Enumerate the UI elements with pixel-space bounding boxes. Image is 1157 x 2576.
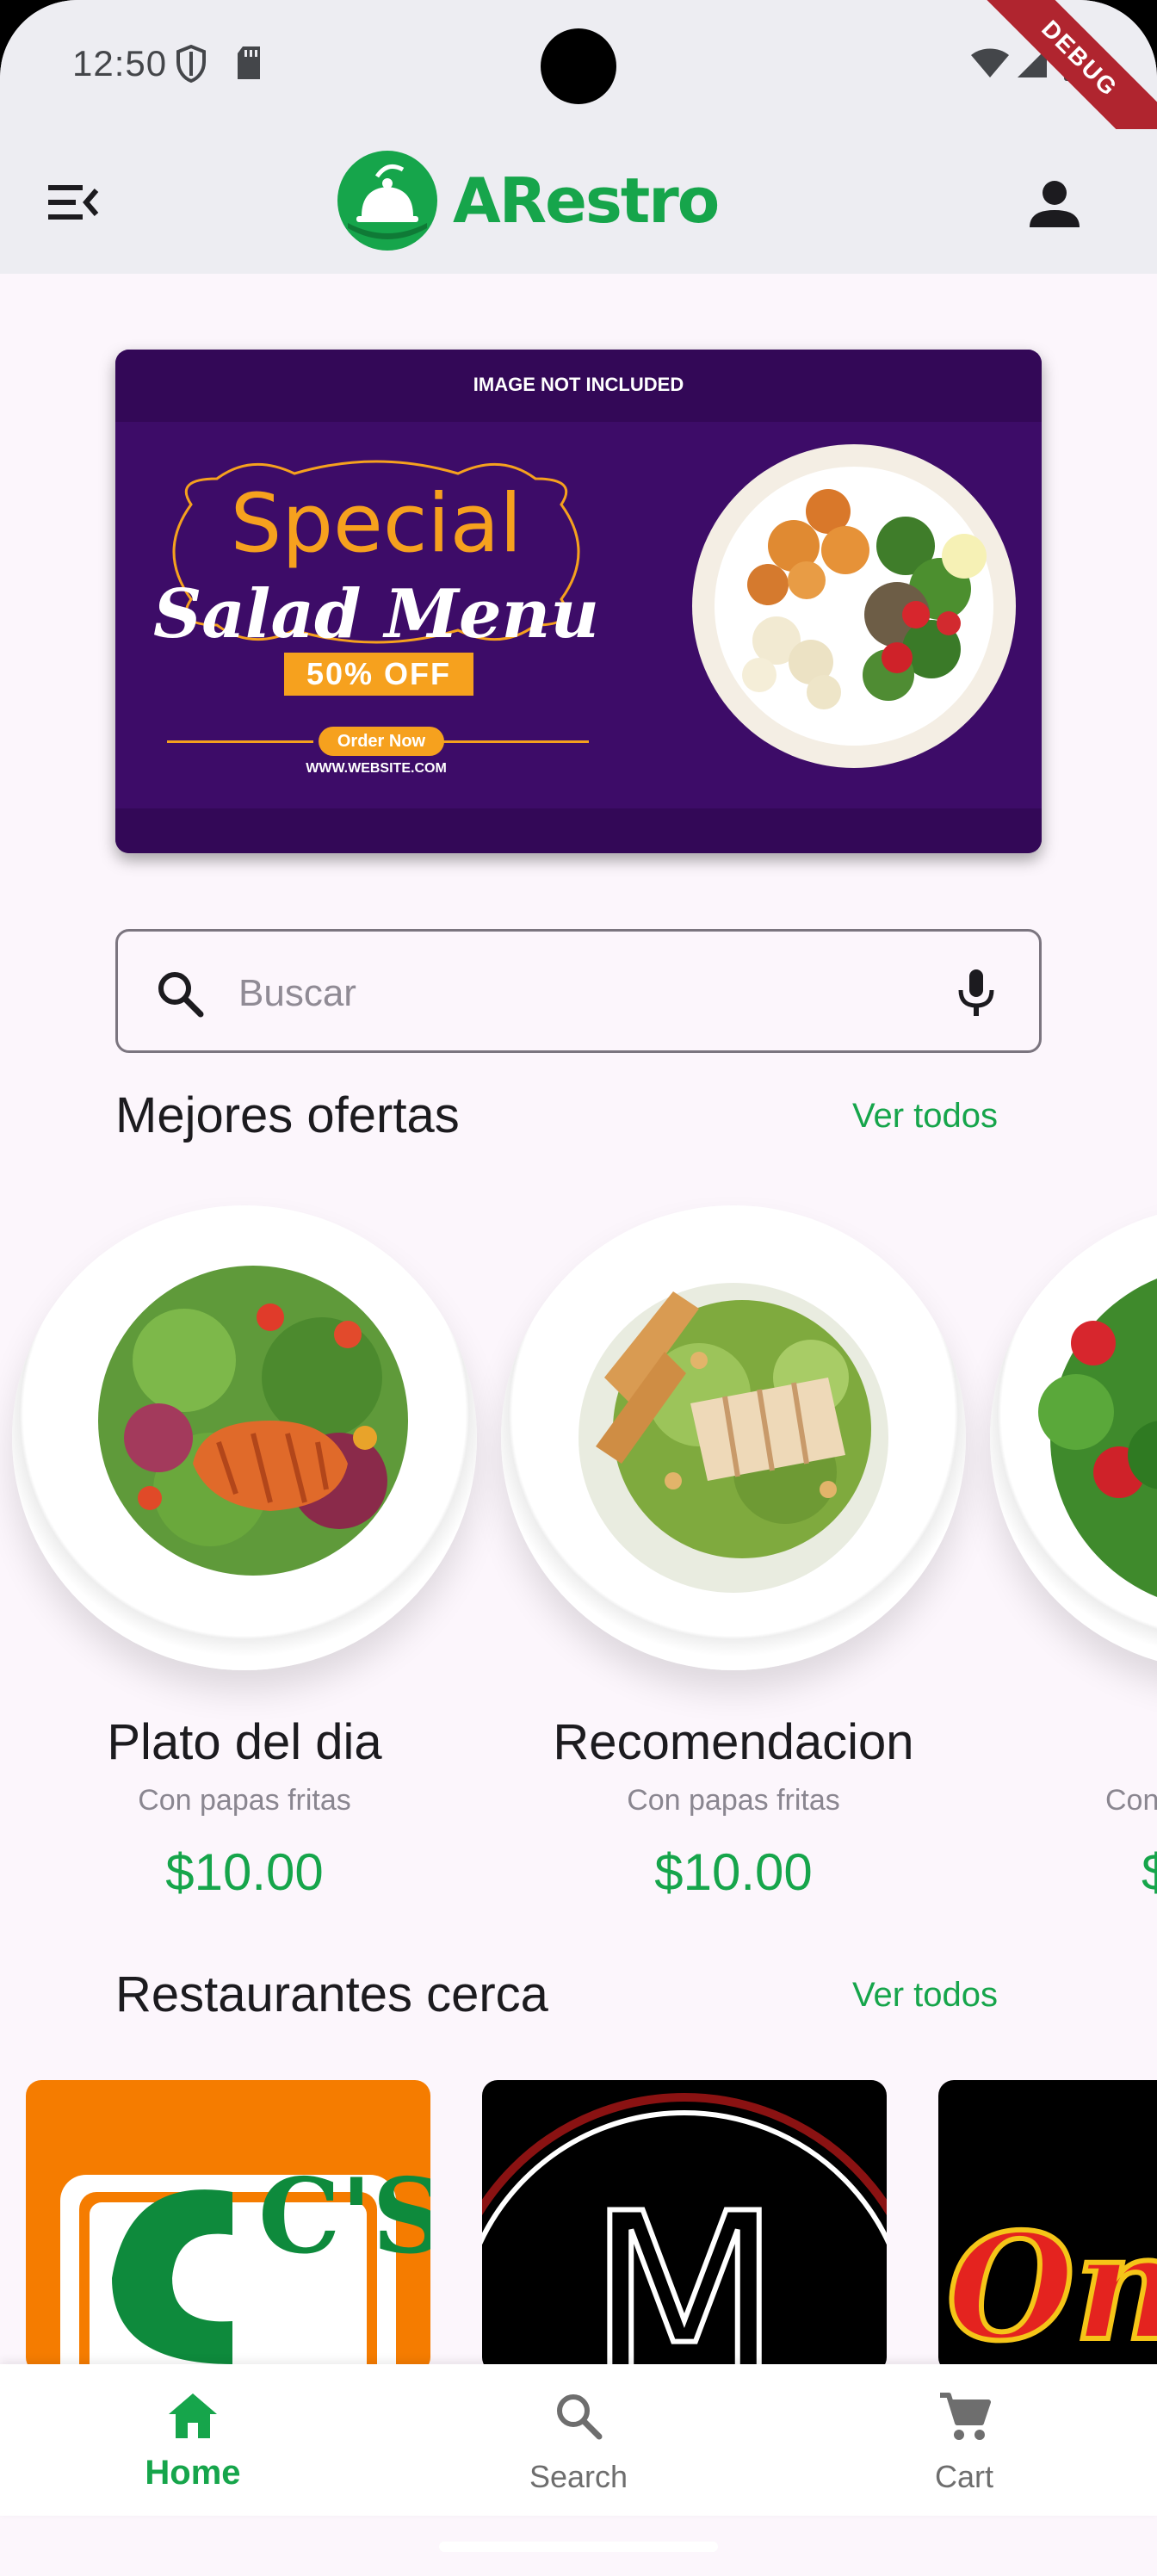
banner-headline-special: Special xyxy=(230,477,523,571)
divider-left xyxy=(167,740,313,743)
promo-banner[interactable]: IMAGE NOT INCLUDED Special Salad Menu 50… xyxy=(115,350,1042,853)
order-now-button[interactable]: Order Now xyxy=(319,727,444,756)
restaurant-card[interactable]: M xyxy=(482,2080,887,2373)
offer-name: Recomendacion xyxy=(553,1714,914,1770)
gesture-navigation-bar[interactable] xyxy=(439,2542,718,2552)
nav-cart[interactable]: Cart xyxy=(771,2364,1157,2516)
offer-image xyxy=(501,1205,966,1670)
search-field[interactable] xyxy=(115,929,1042,1053)
microphone-icon[interactable] xyxy=(949,964,1004,1019)
nav-search-label: Search xyxy=(529,2459,628,2494)
status-time: 12:50 xyxy=(72,43,168,84)
offer-image xyxy=(990,1205,1157,1670)
banner-bottom-strip xyxy=(115,808,1042,853)
offer-description: Con xyxy=(1105,1784,1157,1817)
salad-plate-image xyxy=(692,444,1016,768)
profile-icon[interactable] xyxy=(1024,174,1085,234)
green-salad-image xyxy=(1038,1279,1157,1597)
restaurant-logo-image: M xyxy=(482,2093,887,2373)
offer-price: $10.00 xyxy=(165,1843,324,1901)
restaurant-logo-text: One xyxy=(947,2201,1157,2373)
offer-price: $10.00 xyxy=(654,1843,813,1901)
restaurant-logo-text: C'S xyxy=(258,2156,430,2277)
offer-description: Con papas fritas xyxy=(138,1784,351,1817)
restaurant-logo-image: C'S xyxy=(60,2156,430,2373)
nav-home[interactable]: Home xyxy=(0,2364,386,2516)
search-icon xyxy=(158,972,204,1018)
vpn-shield-icon xyxy=(176,45,206,83)
app-logo-text: ARestro xyxy=(453,164,720,237)
bottom-navigation: Home Search Cart xyxy=(0,2364,1157,2516)
restaurant-card[interactable]: C'S xyxy=(26,2080,430,2373)
offer-image xyxy=(12,1205,477,1670)
menu-open-icon[interactable] xyxy=(41,176,103,228)
cloche-logo-icon xyxy=(337,151,437,251)
nav-cart-label: Cart xyxy=(934,2459,993,2494)
best-offers-title: Mejores ofertas xyxy=(115,1087,460,1143)
salmon-salad-image xyxy=(98,1266,408,1576)
nav-search[interactable]: Search xyxy=(386,2364,771,2516)
best-offers-see-all-link[interactable]: Ver todos xyxy=(852,1097,998,1136)
front-camera xyxy=(541,28,616,104)
wifi-icon xyxy=(971,48,1009,77)
restaurant-logo-text: M xyxy=(588,2166,781,2373)
app-screen: 12:50 DEBUG ARestro IMAGE NOT INCLUDED S… xyxy=(0,0,1157,2576)
divider-right xyxy=(442,740,589,743)
restaurant-logo-image: One xyxy=(944,2199,1157,2373)
app-bar: ARestro xyxy=(0,129,1157,274)
banner-discount-badge: 50% OFF xyxy=(284,653,473,696)
home-icon xyxy=(169,2393,217,2438)
banner-note: IMAGE NOT INCLUDED xyxy=(473,374,684,395)
nav-home-label: Home xyxy=(145,2454,241,2492)
offer-description: Con papas fritas xyxy=(627,1784,840,1817)
offer-card[interactable]: Con $ xyxy=(990,1205,1157,1946)
cart-icon xyxy=(940,2393,991,2440)
search-input[interactable] xyxy=(238,957,927,1030)
restaurant-card[interactable]: One xyxy=(938,2080,1157,2373)
banner-headline-salad: Salad Menu xyxy=(152,575,600,653)
search-icon xyxy=(557,2394,603,2440)
nearby-restaurants-see-all-link[interactable]: Ver todos xyxy=(852,1976,998,2015)
chicken-caesar-salad-image xyxy=(578,1283,888,1593)
banner-website: WWW.WEBSITE.COM xyxy=(306,761,447,776)
offer-card[interactable]: Recomendacion Con papas fritas $10.00 xyxy=(501,1205,966,1946)
app-logo: ARestro xyxy=(336,148,720,253)
status-bar: 12:50 DEBUG xyxy=(0,0,1157,173)
offer-name: Plato del dia xyxy=(107,1714,382,1770)
offer-price: $ xyxy=(1142,1843,1157,1901)
sd-card-icon xyxy=(238,46,260,79)
offer-card[interactable]: Plato del dia Con papas fritas $10.00 xyxy=(12,1205,477,1946)
nearby-restaurants-title: Restaurantes cerca xyxy=(115,1966,548,2022)
